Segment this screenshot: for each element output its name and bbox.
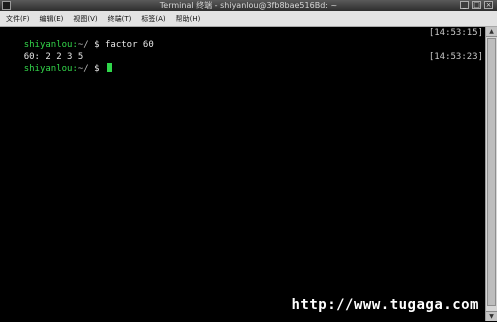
timestamp: [14:53:23] [428, 52, 483, 62]
menu-edit[interactable]: 编辑(E) [40, 14, 64, 24]
menu-file[interactable]: 文件(F) [6, 14, 30, 24]
prompt-path: ~/ [77, 64, 89, 74]
prompt-symbol: $ [88, 64, 105, 74]
menu-view[interactable]: 视图(V) [73, 14, 97, 24]
watermark-url: http://www.tugaga.com [291, 297, 479, 313]
terminal-line-output: 60: 2 2 3 5 [2, 39, 485, 62]
prompt-user: shiyanlou: [23, 64, 78, 74]
terminal-output-area[interactable]: shiyanlou:~/ $ factor 60 [14:53:15] 60: … [0, 27, 485, 321]
text-cursor [106, 63, 112, 72]
scroll-down-arrow-icon[interactable]: ▼ [486, 311, 497, 321]
vertical-scrollbar[interactable]: ▲ ▼ [485, 27, 497, 321]
maximize-button[interactable]: □ [472, 1, 481, 9]
window-title: Terminal 终端 - shiyanlou@3fb8bae516Bd: ~ [159, 1, 338, 10]
scroll-thumb[interactable] [487, 38, 496, 306]
timestamp: [14:53:15] [428, 28, 483, 38]
window-titlebar[interactable]: Terminal 终端 - shiyanlou@3fb8bae516Bd: ~ … [0, 0, 497, 11]
terminal-line-command: shiyanlou:~/ $ factor 60 [14:53:15] [2, 27, 485, 50]
menu-tabs[interactable]: 标签(A) [141, 14, 165, 24]
menu-terminal[interactable]: 终端(T) [108, 14, 132, 24]
scroll-up-arrow-icon[interactable]: ▲ [486, 27, 497, 37]
menu-help[interactable]: 帮助(H) [176, 14, 201, 24]
window-controls: _ □ × [460, 1, 493, 9]
minimize-button[interactable]: _ [460, 1, 469, 9]
terminal-line-prompt: shiyanlou:~/ $ [14:53:23] [2, 51, 485, 74]
menu-bar: 文件(F) 编辑(E) 视图(V) 终端(T) 标签(A) 帮助(H) [0, 11, 497, 27]
close-button[interactable]: × [484, 1, 493, 9]
